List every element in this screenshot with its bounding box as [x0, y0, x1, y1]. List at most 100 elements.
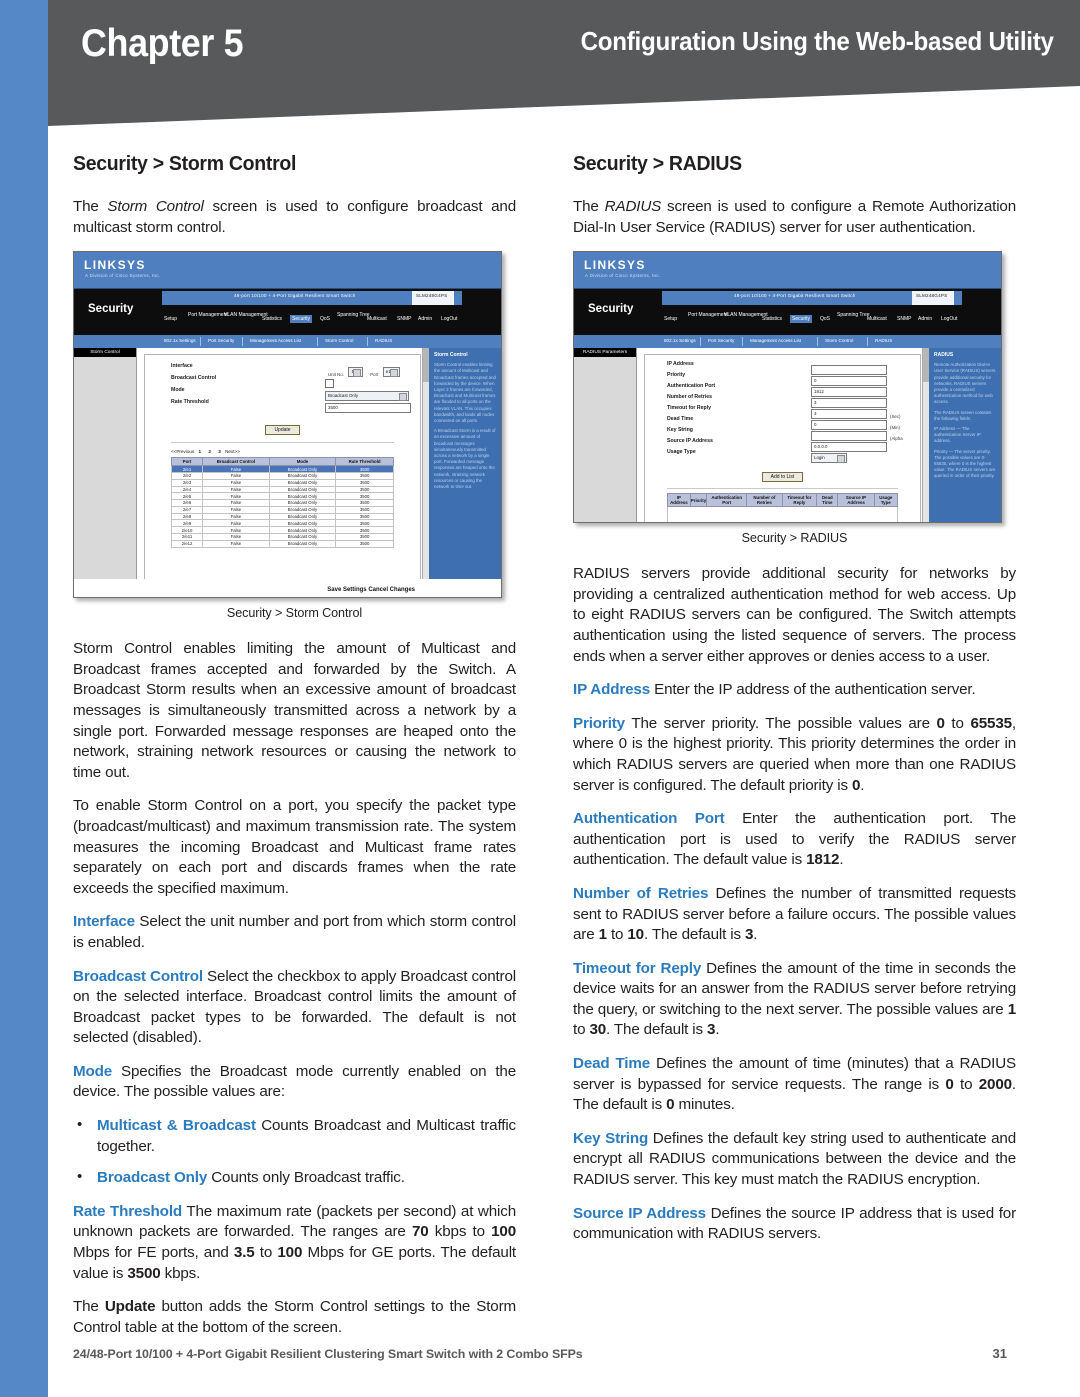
- ui-save-settings-button[interactable]: Save Settings: [327, 587, 366, 593]
- ui-tab-admin[interactable]: Admin: [418, 316, 432, 322]
- auth-port-1812: 1812: [806, 851, 840, 869]
- table-row[interactable]: 2/e12 False Broadcast Only 3500: [170, 539, 394, 548]
- table-row[interactable]: 2/e2 False Broadcast Only 3500: [170, 471, 394, 480]
- table-cell: Broadcast Only: [268, 465, 337, 473]
- ui-tab-vlan-management[interactable]: VLAN Management: [224, 312, 268, 318]
- th-source-ip-address: Source IP Address: [837, 493, 875, 508]
- ui-scrollbar-b[interactable]: [922, 348, 929, 523]
- bullet-broadcast-only-term: Broadcast Only: [97, 1169, 208, 1187]
- ui-tab-multicast[interactable]: Multicast: [867, 316, 887, 322]
- ui-tab-statistics[interactable]: Statistics: [762, 316, 782, 322]
- linksys-logo-subtitle: A Division of Cisco Systems, Inc.: [85, 273, 161, 279]
- storm-control-screenshot: LINKSYS A Division of Cisco Systems, Inc…: [73, 251, 502, 599]
- rate-kbps-end: kbps.: [160, 1264, 201, 1282]
- ui-tab-security[interactable]: Security: [290, 315, 313, 324]
- ui-input-usage-type[interactable]: Login: [811, 452, 847, 463]
- chapter-header: Chapter 5 Configuration Using the Web-ba…: [48, 0, 1080, 126]
- ui-tab-port-management[interactable]: Port Management: [188, 312, 228, 318]
- ui-content-a: Storm Control Storm Control Storm Contro…: [74, 348, 501, 598]
- ui-subtab-storm-control[interactable]: Storm Control: [825, 338, 853, 343]
- retries-b: . The default is: [643, 926, 745, 944]
- ui-tab-qos[interactable]: QoS: [320, 316, 330, 322]
- table-row[interactable]: 2/e5 False Broadcast Only 3500: [170, 492, 394, 501]
- bullet-multicast-broadcast-term: Multicast & Broadcast: [97, 1117, 256, 1135]
- table-row[interactable]: 2/e8 False Broadcast Only 3500: [170, 512, 394, 521]
- right-intro-italic: RADIUS: [604, 198, 662, 215]
- ui-model-text: 48-port 10/100 + 4-Port Gigabit Resilien…: [734, 293, 856, 299]
- table-cell: Broadcast Only: [268, 499, 337, 507]
- ui-pager-prev[interactable]: <<Previous: [171, 449, 194, 454]
- ui-tab-security[interactable]: Security: [790, 315, 813, 324]
- table-cell: False: [202, 492, 270, 501]
- table-cell: False: [202, 519, 270, 528]
- ui-pager-page-1[interactable]: 1: [199, 449, 202, 454]
- ui-tab-setup[interactable]: Setup: [664, 316, 677, 322]
- table-cell: False: [202, 499, 270, 507]
- ui-add-to-list-button[interactable]: Add to List: [761, 472, 804, 483]
- ui-subtab-mgmt-access-list[interactable]: Management Access List: [750, 338, 801, 343]
- table-row[interactable]: 2/e11 False Broadcast Only 3500: [170, 533, 394, 541]
- def-mode-term: Mode: [73, 1062, 113, 1080]
- left-paragraph-2: To enable Storm Control on a port, you s…: [73, 797, 516, 897]
- ui-subtab-mgmt-access-list[interactable]: Management Access List: [250, 338, 301, 343]
- table-cell: 3500: [335, 471, 394, 480]
- ui-tab-vlan-management[interactable]: VLAN Management: [724, 312, 768, 318]
- ui-save-cancel[interactable]: Save Settings Cancel Changes: [327, 587, 415, 593]
- ui-subtab-port-security[interactable]: Port Security: [208, 338, 234, 343]
- ui-tab-multicast[interactable]: Multicast: [367, 316, 387, 322]
- table-row[interactable]: 2/e10 False Broadcast Only 3500: [170, 526, 394, 534]
- ui-label-source-ip-address: Source IP Address: [667, 438, 713, 445]
- ui-scrollbar-thumb-b[interactable]: [923, 348, 929, 383]
- table-row[interactable]: 2/e1 False Broadcast Only 3500: [170, 465, 394, 473]
- ui-tab-qos[interactable]: QoS: [820, 316, 830, 322]
- table-row[interactable]: 2/e7 False Broadcast Only 3500: [170, 505, 394, 514]
- table-row[interactable]: 2/e4 False Broadcast Only 3500: [170, 485, 394, 494]
- ui-subtab-radius[interactable]: RADIUS: [375, 338, 392, 343]
- ui-tab-snmp[interactable]: SNMP: [397, 316, 411, 322]
- ui-subtab-port-security[interactable]: Port Security: [708, 338, 734, 343]
- ui-help-bullet-1: IP Address — The authentication Server I…: [934, 426, 981, 444]
- ui-update-button[interactable]: Update: [265, 425, 300, 436]
- ui-tab-port-management[interactable]: Port Management: [688, 312, 728, 318]
- table-cell: 2/e7: [170, 505, 204, 514]
- ui-scrollbar-a[interactable]: [422, 348, 429, 598]
- ui-pager-page-2[interactable]: 2: [208, 449, 211, 454]
- ui-tab-snmp[interactable]: SNMP: [897, 316, 911, 322]
- ui-label-dead-time: Dead Time: [667, 416, 694, 423]
- ui-tab-logout[interactable]: LogOut: [441, 316, 457, 322]
- def-ip-address-text: Enter the IP address of the authenticati…: [650, 681, 976, 699]
- table-row[interactable]: 2/e6 False Broadcast Only 3500: [170, 499, 394, 507]
- ui-subtab-storm-control[interactable]: Storm Control: [325, 338, 353, 343]
- ui-tab-spanning-tree[interactable]: Spanning Tree: [337, 312, 370, 318]
- ui-nav-section-label: Security: [588, 303, 634, 316]
- ui-tab-logout[interactable]: LogOut: [941, 316, 957, 322]
- table-row[interactable]: 2/e3 False Broadcast Only 3500: [170, 478, 394, 487]
- ui-subtab-radius[interactable]: RADIUS: [875, 338, 892, 343]
- table-cell: 3500: [335, 499, 394, 507]
- ui-model-text: 48-port 10/100 + 4-Port Gigabit Resilien…: [234, 293, 356, 299]
- ui-field-source-ip-address: Source IP Address 0.0.0.0: [645, 438, 920, 452]
- table-cell: False: [202, 526, 270, 534]
- def-mode-text: Specifies the Broadcast mode currently e…: [73, 1062, 516, 1101]
- def-auth-port-term: Authentication Port: [573, 810, 725, 828]
- ui-tab-statistics[interactable]: Statistics: [262, 316, 282, 322]
- def-broadcast-control-term: Broadcast Control: [73, 967, 203, 985]
- table-row[interactable]: 2/e9 False Broadcast Only 3500: [170, 519, 394, 528]
- table-cell: 2/e2: [170, 471, 204, 480]
- ui-pager-page-3[interactable]: 3: [218, 449, 221, 454]
- ui-label-priority: Priority: [667, 372, 686, 379]
- ui-cancel-changes-button[interactable]: Cancel Changes: [368, 587, 415, 593]
- ui-subtab-8021x[interactable]: 802.1x Settings: [664, 338, 696, 343]
- def-keystring-term: Key String: [573, 1129, 649, 1147]
- ui-tab-setup[interactable]: Setup: [164, 316, 177, 322]
- th-timeout-for-reply: Timeout for Reply: [781, 493, 818, 508]
- ui-scrollbar-thumb-a[interactable]: [423, 348, 429, 383]
- ui-tab-spanning-tree[interactable]: Spanning Tree: [837, 312, 870, 318]
- table-cell: False: [202, 471, 270, 480]
- ui-pager-next[interactable]: Next>>: [225, 449, 240, 454]
- ui-subtab-8021x[interactable]: 802.1x Settings: [164, 338, 196, 343]
- retries-10: 10: [627, 926, 644, 944]
- def-broadcast-control: Broadcast Control Select the checkbox to…: [73, 967, 516, 1049]
- ui-input-rate-threshold[interactable]: 3500: [325, 402, 411, 413]
- ui-tab-admin[interactable]: Admin: [918, 316, 932, 322]
